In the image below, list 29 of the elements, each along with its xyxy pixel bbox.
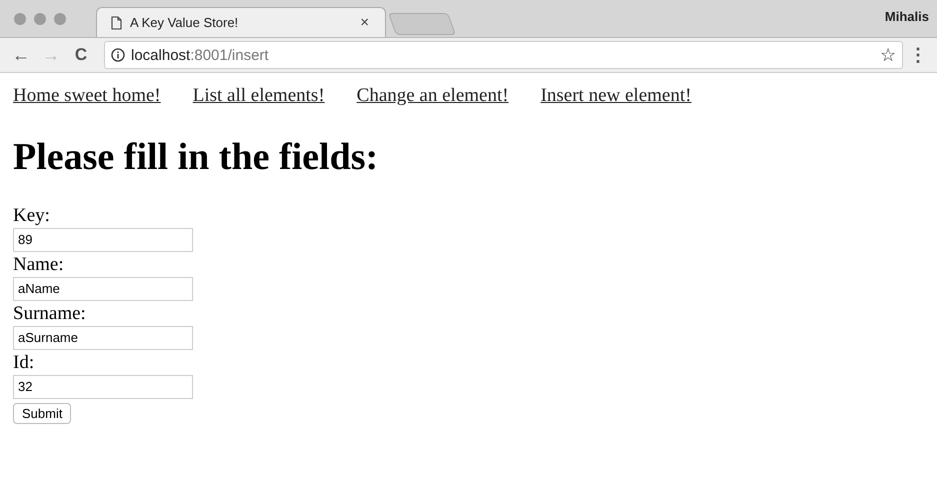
field-label: Id: (13, 352, 36, 374)
nav-link[interactable]: Change an element! (356, 85, 509, 107)
back-button[interactable]: ← (8, 44, 34, 66)
input-field[interactable]: 89 (13, 228, 193, 252)
input-field[interactable]: aSurname (13, 326, 193, 350)
page-icon (111, 16, 122, 30)
url-text: localhost:8001/insert (131, 46, 269, 64)
window-control-icon[interactable] (14, 13, 26, 25)
field-label: Surname: (13, 302, 87, 325)
submit-button[interactable]: Submit (13, 402, 72, 424)
bookmark-star-button[interactable]: ☆ (880, 44, 896, 66)
nav-link[interactable]: Insert new element! (540, 85, 692, 107)
reload-button[interactable]: C (68, 45, 94, 65)
window-control-icon[interactable] (34, 13, 46, 25)
field-label: Name: (13, 254, 65, 276)
address-bar[interactable]: localhost:8001/insert ☆ (104, 41, 903, 69)
close-tab-button[interactable]: × (358, 14, 371, 31)
field-label: Key: (13, 204, 51, 227)
input-field[interactable]: 32 (13, 374, 193, 399)
window-control-icon[interactable] (54, 13, 66, 25)
menu-button[interactable]: ⋮ (907, 44, 929, 66)
browser-tab[interactable]: A Key Value Store! × (96, 7, 386, 37)
input-field[interactable]: aName (13, 276, 193, 301)
nav-link[interactable]: List all elements! (192, 85, 325, 107)
nav-link[interactable]: Home sweet home! (13, 85, 161, 107)
profile-name[interactable]: Mihalis (884, 9, 929, 24)
page-heading: Please fill in the fields: (13, 137, 380, 179)
info-icon[interactable] (111, 48, 125, 62)
new-tab-button[interactable] (388, 13, 456, 35)
